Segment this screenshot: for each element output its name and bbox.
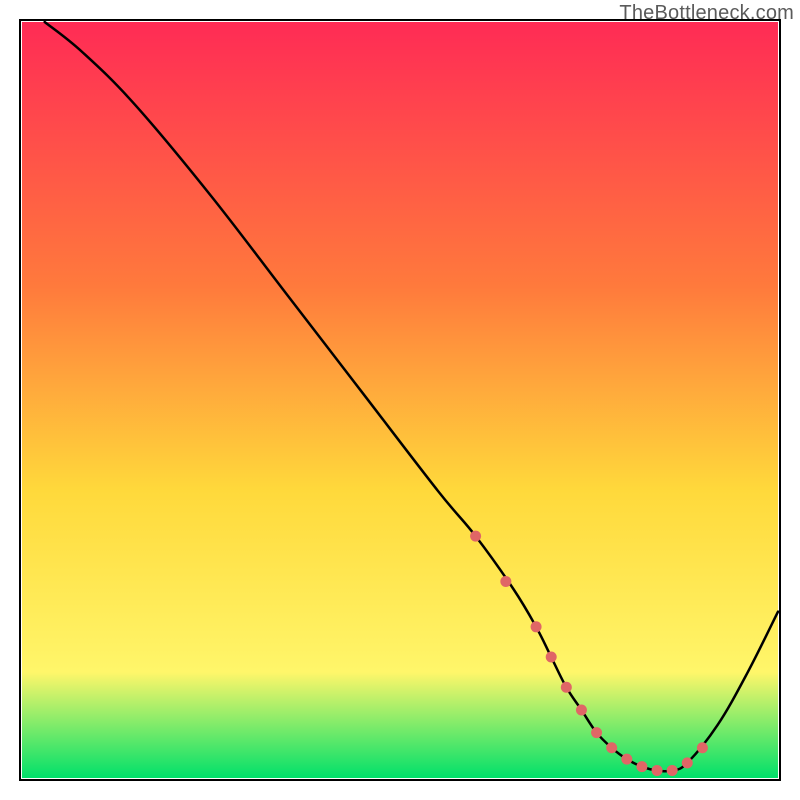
chart-stage: TheBottleneck.com <box>0 0 800 800</box>
highlight-marker <box>591 727 602 738</box>
highlight-marker <box>470 531 481 542</box>
highlight-marker <box>621 754 632 765</box>
highlight-marker <box>636 761 647 772</box>
highlight-marker <box>606 742 617 753</box>
highlight-marker <box>576 704 587 715</box>
highlight-marker <box>500 576 511 587</box>
highlight-marker <box>697 742 708 753</box>
plot-area <box>20 20 780 780</box>
highlight-marker <box>667 765 678 776</box>
watermark-text: TheBottleneck.com <box>619 2 794 25</box>
highlight-marker <box>546 652 557 663</box>
bottleneck-chart <box>0 0 800 800</box>
highlight-marker <box>652 765 663 776</box>
highlight-marker <box>531 621 542 632</box>
highlight-marker <box>682 757 693 768</box>
highlight-marker <box>561 682 572 693</box>
gradient-background <box>22 22 778 778</box>
